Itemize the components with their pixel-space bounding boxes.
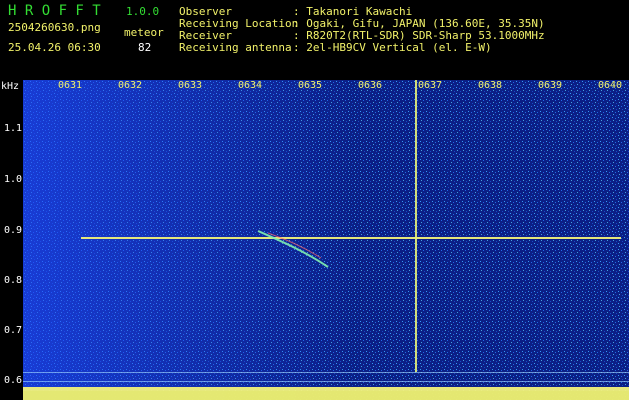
x-tick-0632: 0632 (118, 80, 143, 91)
datetime: 25.04.26 06:30 (8, 41, 101, 54)
field-location-label: Receiving Location (179, 17, 299, 30)
field-location-value: : Ogaki, Gifu, JAPAN (136.60E, 35.35N) (293, 17, 545, 30)
field-antenna-value: : 2el-HB9CV Vertical (el. E-W) (293, 41, 492, 54)
y-tick-0.8: 0.8 (3, 275, 22, 286)
y-axis-unit: kHz (1, 81, 20, 92)
y-axis: kHz 1.1 1.0 0.9 0.8 0.7 0.6 (0, 80, 23, 400)
left-noise-glow (23, 80, 629, 400)
bottom-band-shade (23, 391, 629, 400)
x-tick-0637: 0637 (418, 80, 443, 91)
y-tick-0.7: 0.7 (3, 325, 22, 336)
y-tick-0.6: 0.6 (3, 375, 22, 386)
field-observer-label: Observer (179, 5, 232, 18)
x-tick-0639: 0639 (538, 80, 563, 91)
field-receiver-value: : R820T2(RTL-SDR) SDR-Sharp 53.1000MHz (293, 29, 545, 42)
spectrogram-svg (23, 80, 629, 400)
header: H R O F F T 1.0.0 2504260630.png meteor … (0, 0, 629, 80)
meteor-label: meteor (124, 26, 164, 39)
file-name: 2504260630.png (8, 21, 101, 34)
y-tick-1.1: 1.1 (3, 123, 22, 134)
x-tick-0634: 0634 (238, 80, 263, 91)
x-tick-0636: 0636 (358, 80, 383, 91)
y-tick-1.0: 1.0 (3, 174, 22, 185)
field-antenna-label: Receiving antenna (179, 41, 292, 54)
spectrogram-plot (23, 80, 629, 400)
app-version: 1.0.0 (126, 5, 160, 18)
app-name: H R O F F T (8, 3, 101, 19)
meteor-count: 82 (138, 41, 152, 54)
bottom-line-2 (23, 381, 629, 382)
vertical-streak (415, 80, 417, 372)
field-receiver-label: Receiver (179, 29, 232, 42)
x-tick-0633: 0633 (178, 80, 203, 91)
y-tick-0.9: 0.9 (3, 225, 22, 236)
x-tick-0631: 0631 (58, 80, 83, 91)
bottom-line-1 (23, 372, 629, 373)
x-tick-0638: 0638 (478, 80, 503, 91)
carrier-line (81, 237, 621, 239)
x-tick-0635: 0635 (298, 80, 323, 91)
field-observer-value: : Takanori Kawachi (293, 5, 413, 18)
x-tick-0640: 0640 (598, 80, 623, 91)
